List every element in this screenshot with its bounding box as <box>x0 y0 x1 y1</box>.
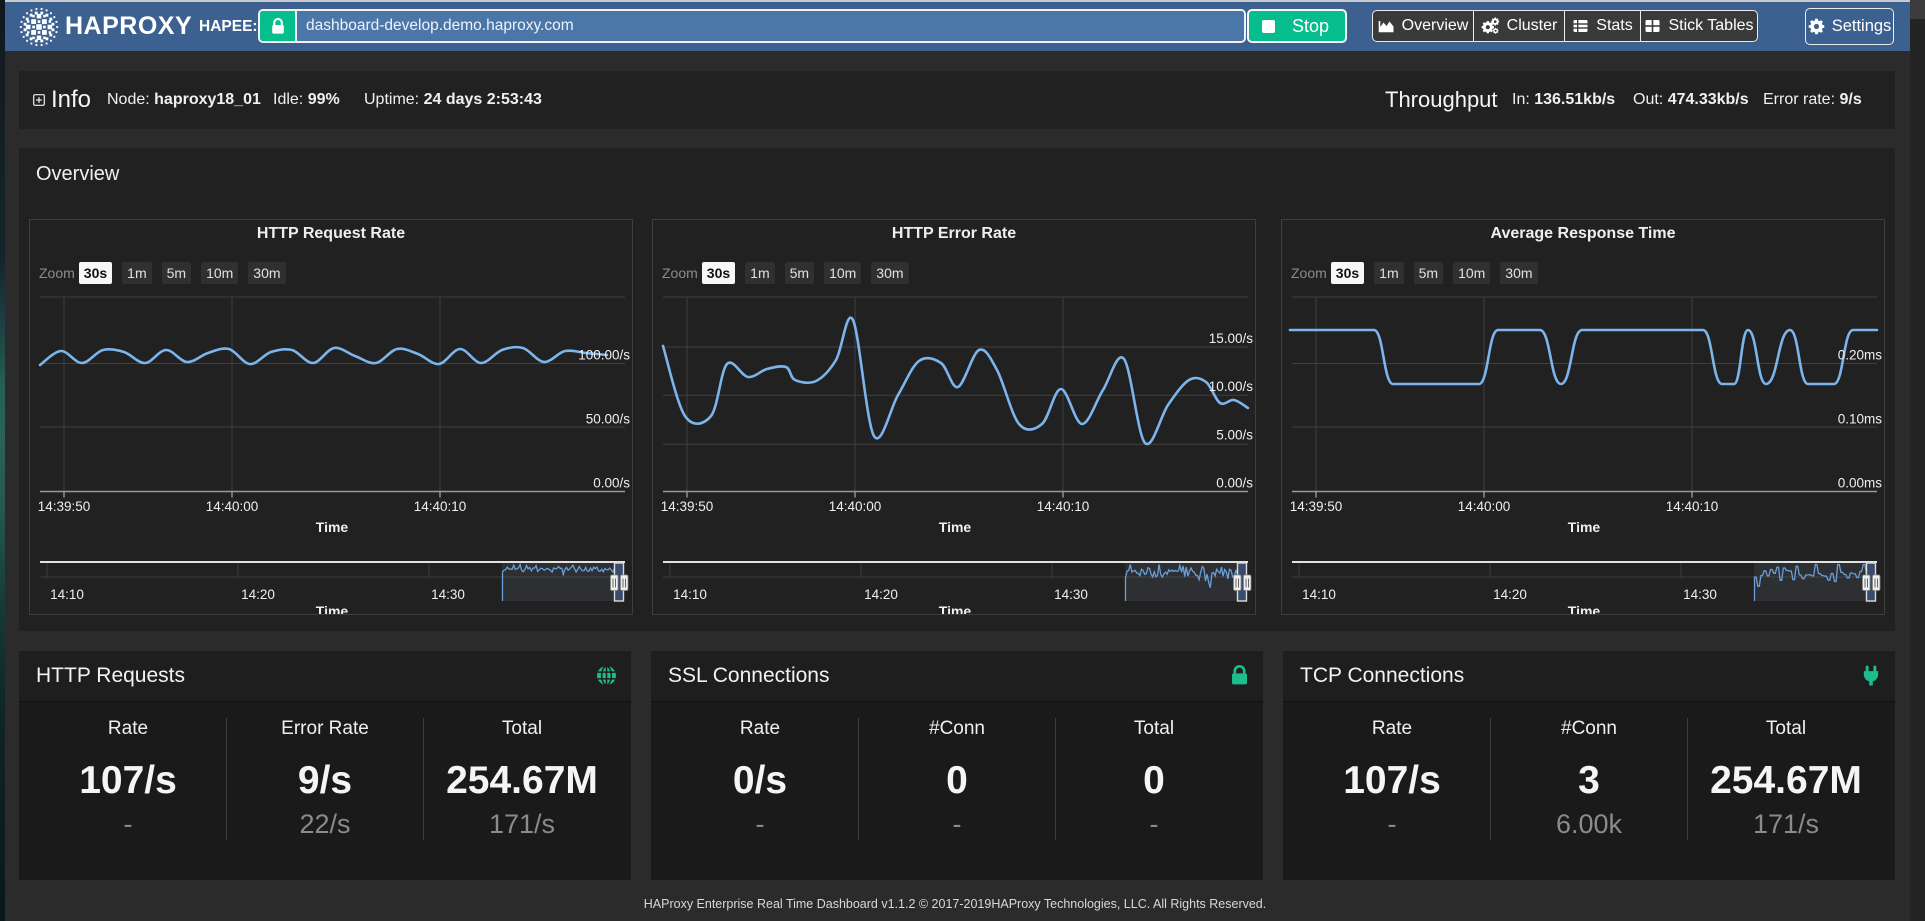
svg-text:14:10: 14:10 <box>50 587 84 602</box>
svg-text:14:40:10: 14:40:10 <box>1666 499 1719 514</box>
svg-text:14:20: 14:20 <box>1493 587 1527 602</box>
svg-text:0.10ms: 0.10ms <box>1838 412 1883 427</box>
svg-text:14:10: 14:10 <box>1302 587 1336 602</box>
svg-text:0.00ms: 0.00ms <box>1838 476 1883 491</box>
svg-text:100.00/s: 100.00/s <box>578 348 630 363</box>
svg-text:Time: Time <box>939 519 972 535</box>
svg-text:Time: Time <box>1568 519 1601 535</box>
svg-text:14:20: 14:20 <box>241 587 275 602</box>
svg-text:15.00/s: 15.00/s <box>1209 331 1254 346</box>
svg-text:14:30: 14:30 <box>1054 587 1088 602</box>
svg-text:0.20ms: 0.20ms <box>1838 348 1883 363</box>
svg-text:14:40:10: 14:40:10 <box>414 499 467 514</box>
svg-text:14:39:50: 14:39:50 <box>38 499 91 514</box>
svg-text:0.00/s: 0.00/s <box>1216 476 1253 491</box>
svg-text:14:40:00: 14:40:00 <box>1458 499 1511 514</box>
svg-text:Time: Time <box>316 603 349 615</box>
svg-text:14:40:00: 14:40:00 <box>206 499 259 514</box>
svg-text:0.00/s: 0.00/s <box>593 476 630 491</box>
svg-text:14:30: 14:30 <box>431 587 465 602</box>
svg-text:Time: Time <box>939 603 972 615</box>
svg-text:50.00/s: 50.00/s <box>586 412 631 427</box>
svg-text:5.00/s: 5.00/s <box>1216 428 1253 443</box>
svg-text:14:10: 14:10 <box>673 587 707 602</box>
svg-text:14:40:10: 14:40:10 <box>1037 499 1090 514</box>
svg-text:14:39:50: 14:39:50 <box>661 499 714 514</box>
svg-text:Time: Time <box>316 519 349 535</box>
svg-text:14:20: 14:20 <box>864 587 898 602</box>
svg-text:Time: Time <box>1568 603 1601 615</box>
svg-text:14:30: 14:30 <box>1683 587 1717 602</box>
svg-text:10.00/s: 10.00/s <box>1209 379 1254 394</box>
svg-text:14:39:50: 14:39:50 <box>1290 499 1343 514</box>
svg-text:14:40:00: 14:40:00 <box>829 499 882 514</box>
